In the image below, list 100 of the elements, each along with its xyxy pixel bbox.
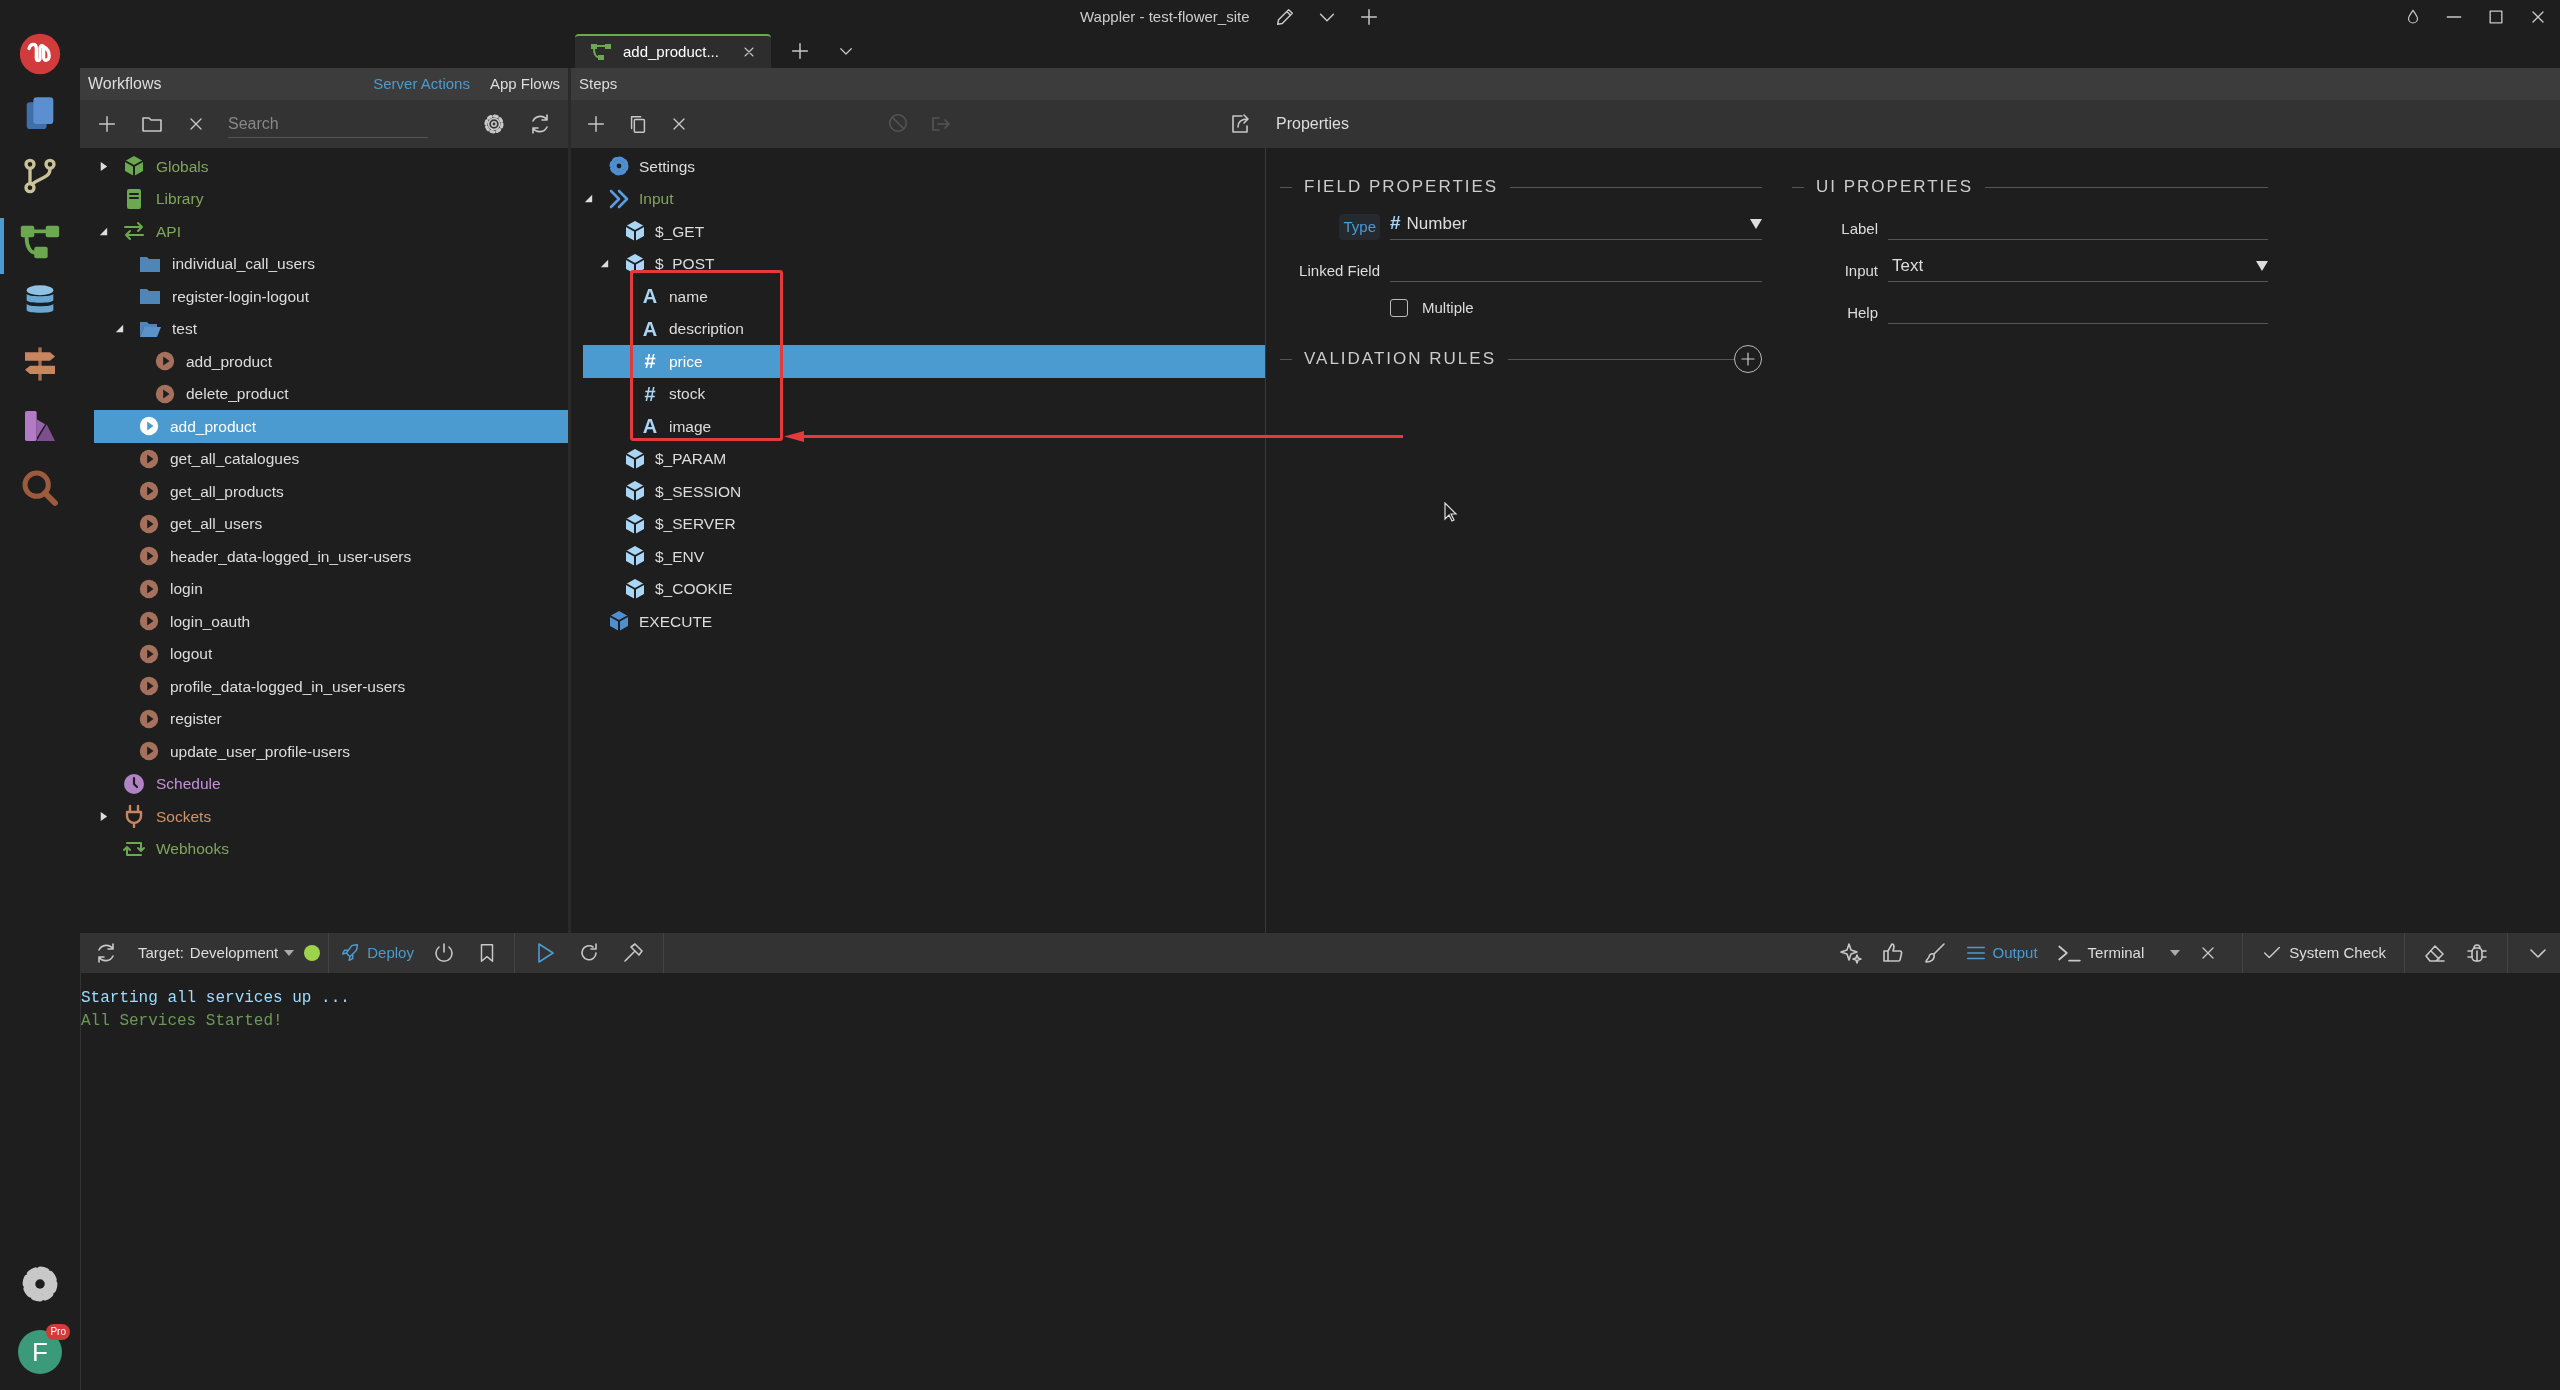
cube-icon bbox=[623, 576, 647, 601]
tree-item[interactable]: register-login-logout bbox=[94, 280, 568, 313]
brush-icon[interactable] bbox=[1922, 941, 1947, 965]
thumbs-up-icon[interactable] bbox=[1880, 941, 1905, 965]
step-item[interactable]: A name bbox=[583, 280, 1265, 313]
logo-icon[interactable] bbox=[18, 32, 62, 76]
field-label: Help bbox=[1847, 302, 1878, 323]
play-circle-icon bbox=[138, 447, 160, 470]
step-item[interactable]: $_GET bbox=[583, 215, 1265, 248]
mode-tab[interactable]: App Flows bbox=[489, 72, 560, 96]
caret-icon bbox=[284, 950, 295, 956]
type-icon: # bbox=[639, 378, 661, 409]
play-circle-icon bbox=[138, 610, 160, 633]
type-dropdown[interactable]: # Number bbox=[1390, 208, 1762, 240]
tree-item[interactable]: update_user_profile-users bbox=[94, 735, 568, 768]
settings-icon[interactable] bbox=[482, 112, 506, 136]
tree-item[interactable]: get_all_catalogues bbox=[94, 442, 568, 475]
expand-arrow-icon[interactable] bbox=[98, 810, 109, 822]
tree-item[interactable]: get_all_users bbox=[94, 507, 568, 540]
window-title: Wappler - test-flower_site bbox=[1080, 6, 1250, 27]
checkbox[interactable] bbox=[1390, 299, 1408, 317]
tree-item[interactable]: header_data-logged_in_user-users bbox=[94, 540, 568, 573]
play-circle-icon bbox=[138, 512, 160, 535]
cube-icon bbox=[623, 446, 647, 471]
cube-icon bbox=[623, 479, 647, 504]
play-circle-icon bbox=[138, 545, 160, 568]
add-icon[interactable] bbox=[96, 113, 118, 135]
section-title: UI PROPERTIES bbox=[1816, 176, 1973, 199]
field-label: Input bbox=[1844, 260, 1878, 281]
mode-tab[interactable]: Server Actions bbox=[373, 72, 470, 96]
active-indicator bbox=[0, 218, 4, 274]
step-item[interactable]: A description bbox=[583, 312, 1265, 345]
tree-item[interactable]: add_product bbox=[94, 345, 568, 378]
tree-item[interactable]: logout bbox=[94, 637, 568, 670]
field-label: Multiple bbox=[1422, 297, 1474, 318]
play-circle-icon bbox=[138, 740, 160, 763]
search-icon[interactable] bbox=[20, 468, 60, 508]
collapse-arrow-icon[interactable] bbox=[599, 258, 610, 270]
console-line: All Services Started! bbox=[81, 1011, 284, 1032]
tree-item[interactable]: login bbox=[94, 572, 568, 605]
collapse-arrow-icon[interactable] bbox=[583, 193, 594, 205]
type-icon: A bbox=[639, 313, 661, 344]
panel-tab[interactable]: Terminal bbox=[2055, 940, 2145, 966]
deploy-button[interactable]: Deploy bbox=[339, 941, 414, 965]
play-circle-icon bbox=[138, 642, 160, 665]
step-item[interactable]: $_ENV bbox=[583, 540, 1265, 573]
type-icon: # bbox=[639, 346, 661, 377]
tree-item[interactable]: delete_product bbox=[94, 377, 568, 410]
collapse-arrow-icon[interactable] bbox=[114, 323, 125, 335]
play-circle-icon bbox=[138, 480, 160, 503]
editor-tab[interactable]: add_product... bbox=[575, 34, 771, 68]
step-item[interactable]: Input bbox=[583, 182, 1265, 215]
cube-icon bbox=[623, 511, 647, 536]
tree-item[interactable]: test bbox=[94, 312, 568, 345]
play-circle-icon bbox=[138, 415, 160, 438]
tree-item[interactable]: API bbox=[94, 215, 568, 248]
section-title: FIELD PROPERTIES bbox=[1304, 176, 1499, 199]
cube-icon bbox=[607, 609, 631, 634]
bug-icon[interactable] bbox=[2465, 941, 2489, 965]
field-label: Linked Field bbox=[1299, 260, 1380, 281]
step-item[interactable]: A image bbox=[583, 410, 1265, 443]
play-circle-icon bbox=[138, 577, 160, 600]
target-dropdown[interactable]: Target: Development bbox=[138, 941, 295, 965]
play-circle-icon bbox=[154, 350, 176, 373]
step-item[interactable]: $_SESSION bbox=[583, 475, 1265, 508]
tree-item[interactable]: individual_call_users bbox=[94, 247, 568, 280]
panel-title: Properties bbox=[1276, 114, 1349, 134]
number-icon: # bbox=[1390, 209, 1401, 238]
sparkle-icon[interactable] bbox=[1838, 941, 1863, 965]
new-tab-icon[interactable] bbox=[789, 40, 811, 62]
panel-title: Steps bbox=[579, 73, 618, 94]
step-item[interactable]: Settings bbox=[583, 150, 1265, 183]
tree-item[interactable]: Schedule bbox=[94, 767, 568, 800]
step-item[interactable]: EXECUTE bbox=[583, 605, 1265, 638]
caret-icon bbox=[1750, 218, 1762, 229]
expand-arrow-icon[interactable] bbox=[98, 160, 109, 172]
step-item[interactable]: $_COOKIE bbox=[583, 572, 1265, 605]
tree-item[interactable]: login_oauth bbox=[94, 605, 568, 638]
tree-item[interactable]: profile_data-logged_in_user-users bbox=[94, 670, 568, 703]
step-item[interactable]: $_SERVER bbox=[583, 507, 1265, 540]
cursor-icon bbox=[1444, 502, 1458, 522]
tree-item[interactable]: Webhooks bbox=[94, 832, 568, 865]
step-item[interactable]: # stock bbox=[583, 377, 1265, 410]
section-title: VALIDATION RULES bbox=[1304, 348, 1496, 371]
step-item[interactable]: $_PARAM bbox=[583, 442, 1265, 475]
console-line: Starting all services up ... bbox=[81, 988, 351, 1009]
collapse-arrow-icon[interactable] bbox=[98, 225, 109, 237]
tree-item[interactable]: Globals bbox=[94, 150, 568, 183]
tree-item[interactable]: register bbox=[94, 702, 568, 735]
input-dropdown[interactable]: Text bbox=[1888, 250, 2268, 282]
system-check-button[interactable]: System Check bbox=[2261, 941, 2386, 965]
tree-item[interactable]: Sockets bbox=[94, 800, 568, 833]
clock-icon bbox=[122, 771, 146, 796]
caret-icon[interactable] bbox=[2170, 950, 2181, 956]
tree-item[interactable]: Library bbox=[94, 182, 568, 215]
add-icon[interactable] bbox=[585, 113, 607, 135]
tree-item[interactable]: get_all_products bbox=[94, 475, 568, 508]
panel-tab[interactable]: Output bbox=[1964, 941, 2038, 965]
field-label: Label bbox=[1841, 218, 1878, 239]
cube-icon bbox=[623, 251, 647, 276]
